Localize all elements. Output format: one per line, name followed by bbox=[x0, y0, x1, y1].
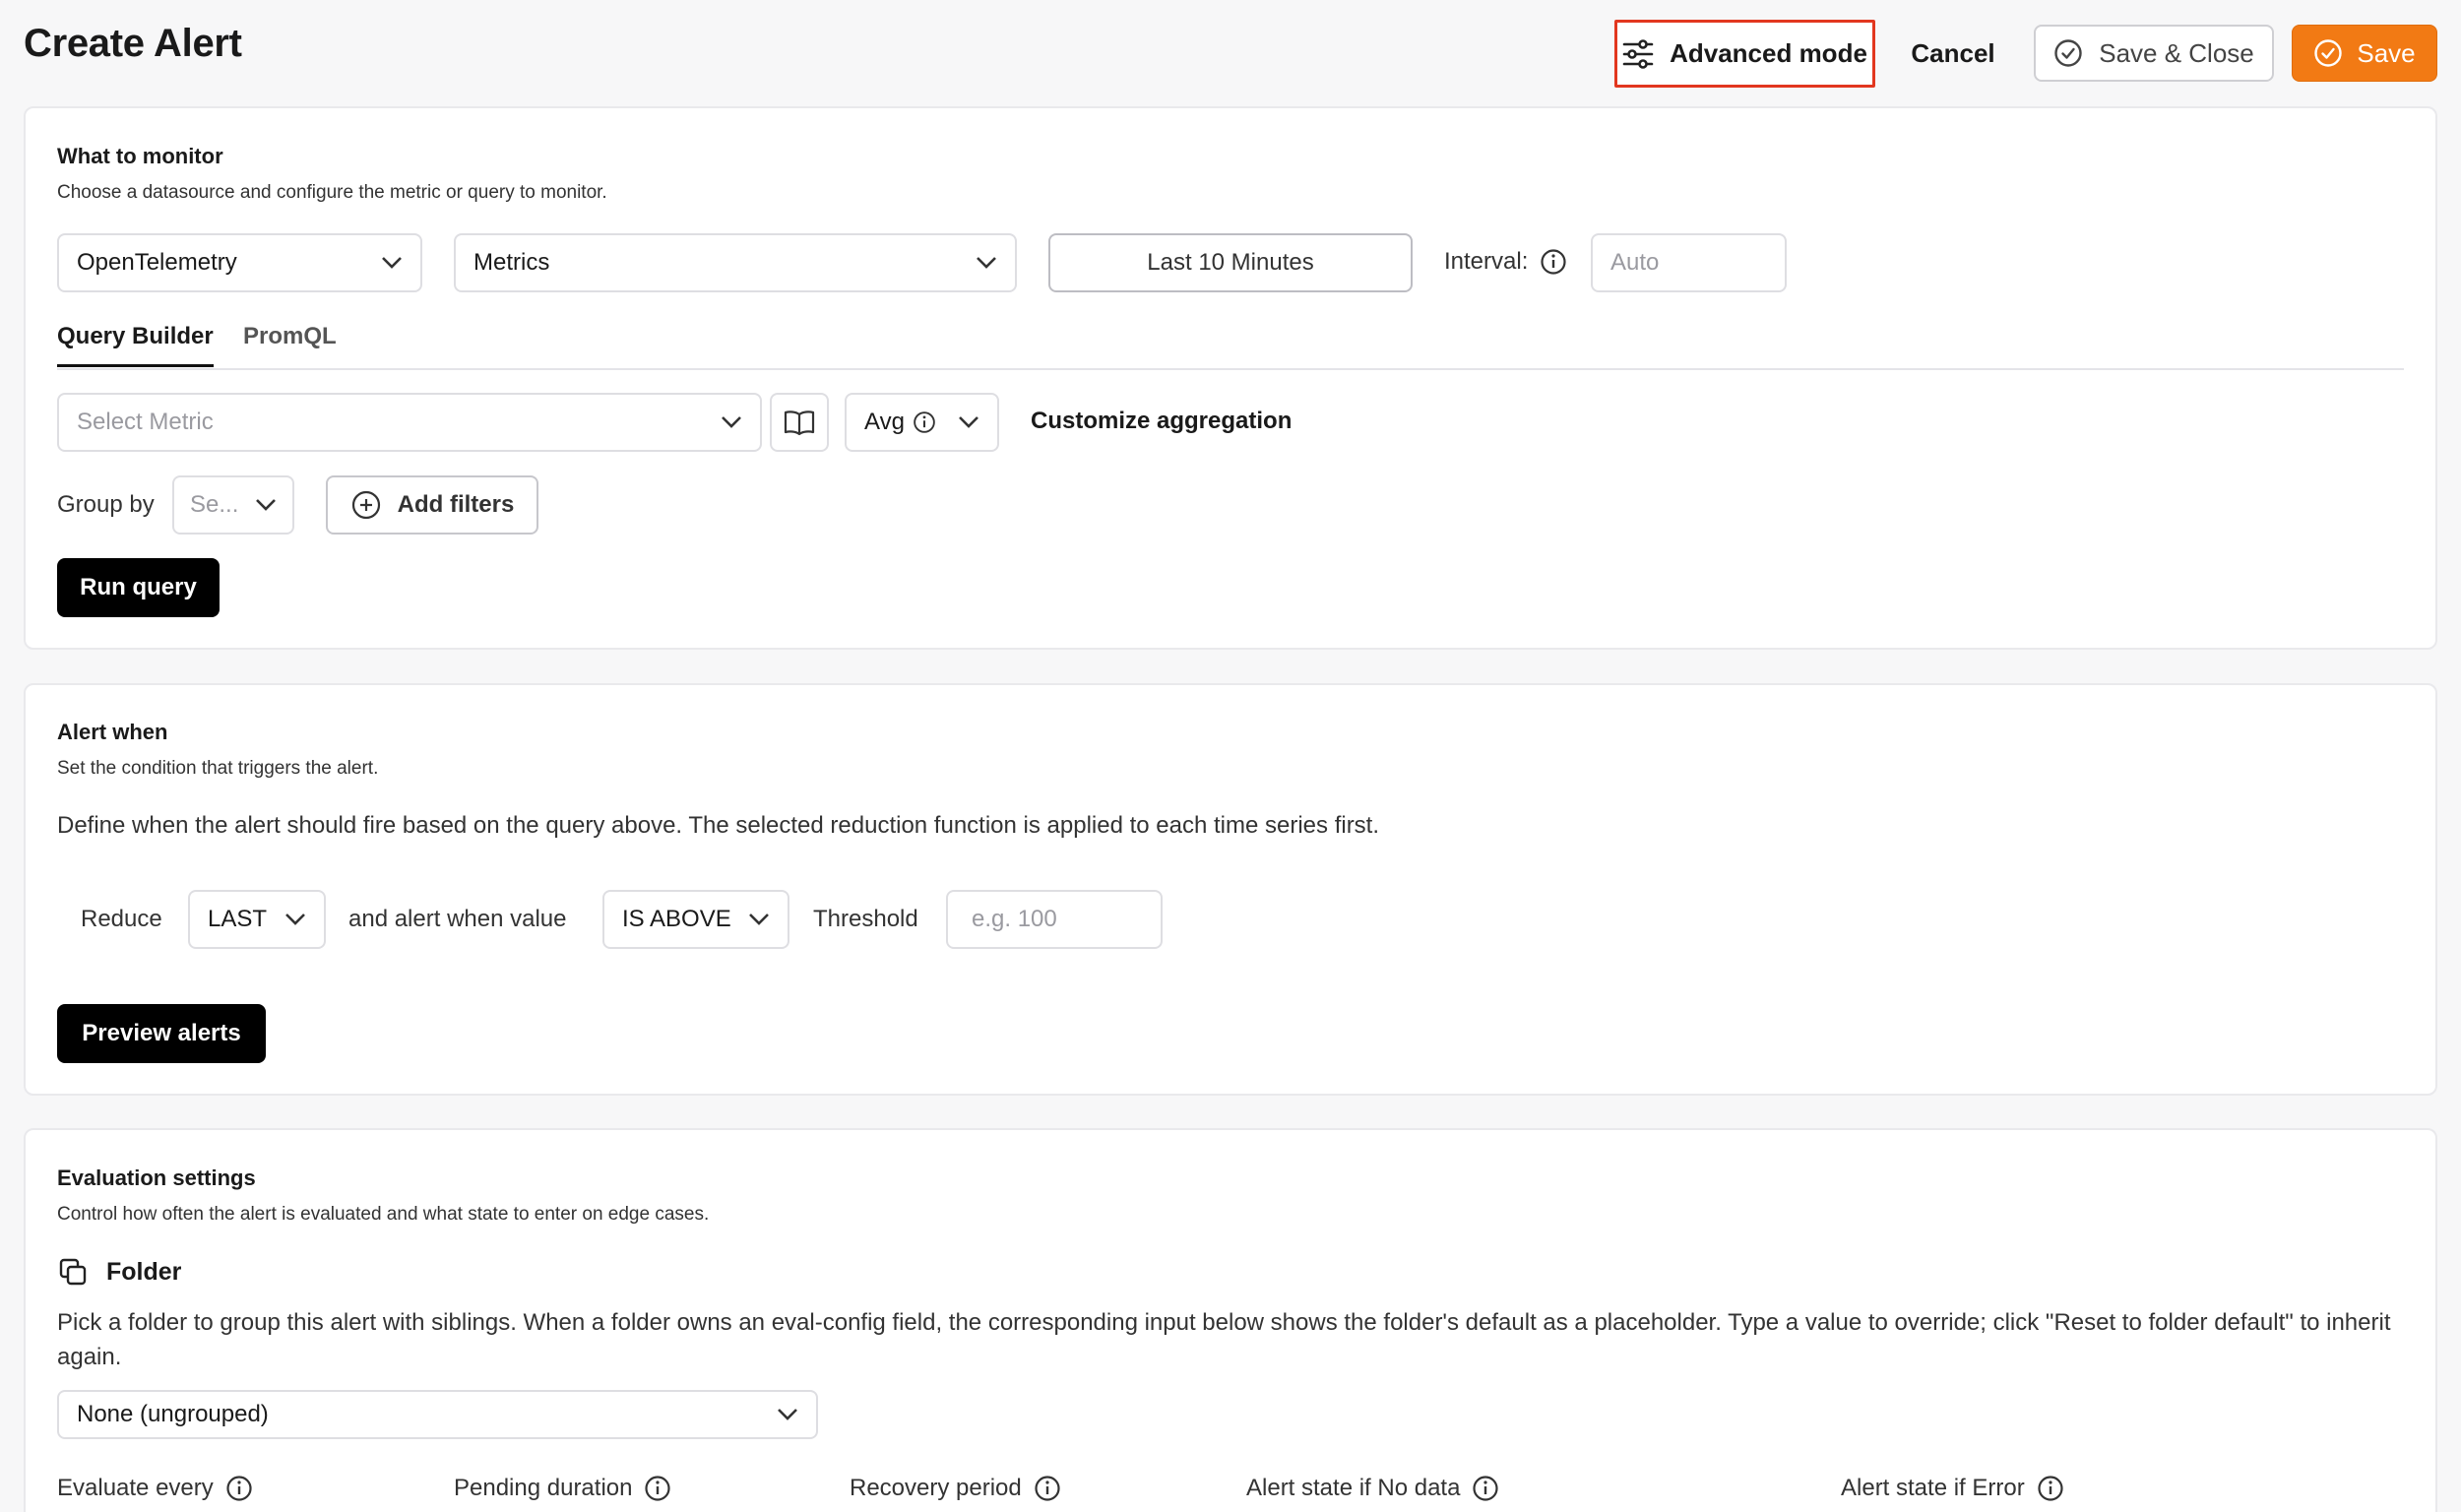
evaluate-every-label-group: Evaluate every bbox=[57, 1475, 253, 1502]
interval-label: Interval: bbox=[1444, 248, 1529, 275]
advanced-mode-label: Advanced mode bbox=[1670, 38, 1867, 68]
info-icon bbox=[914, 411, 935, 433]
aggregation-label-group: Avg bbox=[864, 409, 936, 436]
comparator-select[interactable]: IS ABOVE bbox=[602, 890, 789, 949]
plus-circle-icon bbox=[351, 490, 380, 520]
tab-promql[interactable]: PromQL bbox=[243, 323, 337, 350]
group-by-label: Group by bbox=[57, 491, 155, 518]
time-range-button[interactable]: Last 10 Minutes bbox=[1048, 233, 1413, 292]
folder-value: None (ungrouped) bbox=[77, 1401, 269, 1427]
cancel-button[interactable]: Cancel bbox=[1898, 26, 2008, 81]
alert-when-title: Alert when bbox=[57, 720, 168, 744]
metric-placeholder: Select Metric bbox=[77, 409, 214, 435]
no-data-state-label-group: Alert state if No data bbox=[1246, 1475, 1499, 1502]
threshold-label: Threshold bbox=[813, 906, 918, 932]
chevron-down-icon bbox=[285, 914, 305, 925]
chevron-down-icon bbox=[749, 914, 769, 925]
info-icon bbox=[2038, 1476, 2063, 1501]
save-close-button[interactable]: Save & Close bbox=[2034, 25, 2274, 82]
alert-when-value-label: and alert when value bbox=[348, 906, 567, 932]
info-icon bbox=[645, 1476, 671, 1501]
folder-label: Folder bbox=[106, 1257, 182, 1286]
info-icon bbox=[1473, 1476, 1499, 1501]
save-button[interactable]: Save bbox=[2292, 25, 2437, 82]
monitor-title: What to monitor bbox=[57, 144, 223, 168]
recovery-period-label: Recovery period bbox=[850, 1475, 1022, 1501]
page-title: Create Alert bbox=[24, 22, 242, 65]
run-query-button[interactable]: Run query bbox=[57, 558, 220, 617]
copy-icon bbox=[59, 1258, 87, 1286]
interval-label-group: Interval: bbox=[1444, 248, 1567, 276]
chevron-down-icon bbox=[977, 257, 996, 269]
folder-help: Pick a folder to group this alert with s… bbox=[57, 1309, 2391, 1370]
pending-duration-label-group: Pending duration bbox=[454, 1475, 671, 1502]
tabs-divider bbox=[57, 368, 2404, 370]
signal-select[interactable]: Metrics bbox=[454, 233, 1017, 292]
time-range-value: Last 10 Minutes bbox=[1147, 249, 1314, 276]
chevron-down-icon bbox=[722, 416, 741, 428]
no-data-state-label: Alert state if No data bbox=[1246, 1475, 1461, 1501]
save-close-label: Save & Close bbox=[2099, 37, 2254, 68]
folder-heading: Folder bbox=[57, 1256, 181, 1288]
chevron-down-icon bbox=[256, 499, 276, 511]
alert-when-card bbox=[24, 683, 2437, 1096]
chevron-down-icon bbox=[959, 416, 978, 428]
group-by-select[interactable]: Se... bbox=[172, 475, 294, 535]
reduce-label: Reduce bbox=[81, 906, 162, 932]
metric-browser-button[interactable] bbox=[770, 393, 829, 452]
interval-placeholder: Auto bbox=[1610, 249, 1660, 276]
reduce-select[interactable]: LAST bbox=[188, 890, 326, 949]
book-icon bbox=[784, 410, 815, 436]
alert-when-explain: Define when the alert should fire based … bbox=[57, 812, 1380, 839]
save-label: Save bbox=[2357, 37, 2416, 68]
recovery-period-label-group: Recovery period bbox=[850, 1475, 1061, 1502]
metric-select[interactable]: Select Metric bbox=[57, 393, 762, 452]
pending-duration-label: Pending duration bbox=[454, 1475, 633, 1501]
evaluate-every-label: Evaluate every bbox=[57, 1475, 214, 1501]
error-state-label: Alert state if Error bbox=[1841, 1475, 2025, 1501]
reduce-value: LAST bbox=[208, 906, 268, 932]
info-icon bbox=[1541, 249, 1566, 275]
preview-alerts-button[interactable]: Preview alerts bbox=[57, 1004, 266, 1063]
datasource-value: OpenTelemetry bbox=[77, 249, 237, 276]
threshold-placeholder: e.g. 100 bbox=[972, 906, 1057, 932]
folder-select[interactable]: None (ungrouped) bbox=[57, 1390, 818, 1439]
comparator-value: IS ABOVE bbox=[622, 906, 731, 932]
info-icon bbox=[1035, 1476, 1060, 1501]
chevron-down-icon bbox=[778, 1409, 797, 1420]
aggregation-select[interactable]: Avg bbox=[845, 393, 999, 452]
customize-aggregation-link[interactable]: Customize aggregation bbox=[1031, 408, 1292, 435]
add-filters-label: Add filters bbox=[397, 491, 515, 518]
group-by-placeholder: Se... bbox=[190, 491, 239, 518]
alert-when-desc: Set the condition that triggers the aler… bbox=[57, 758, 379, 779]
info-icon bbox=[226, 1476, 252, 1501]
aggregation-value: Avg bbox=[864, 409, 905, 435]
sliders-icon bbox=[1622, 38, 1654, 69]
interval-input[interactable]: Auto bbox=[1591, 233, 1787, 292]
tab-query-builder[interactable]: Query Builder bbox=[57, 323, 214, 367]
check-circle-icon bbox=[2314, 39, 2343, 67]
datasource-select[interactable]: OpenTelemetry bbox=[57, 233, 422, 292]
chevron-down-icon bbox=[382, 257, 402, 269]
threshold-input[interactable]: e.g. 100 bbox=[946, 890, 1163, 949]
evaluation-title: Evaluation settings bbox=[57, 1166, 256, 1190]
advanced-mode-button[interactable]: Advanced mode bbox=[1614, 20, 1875, 88]
error-state-label-group: Alert state if Error bbox=[1841, 1475, 2064, 1502]
monitor-desc: Choose a datasource and configure the me… bbox=[57, 182, 607, 203]
evaluation-desc: Control how often the alert is evaluated… bbox=[57, 1204, 710, 1225]
add-filters-button[interactable]: Add filters bbox=[326, 475, 538, 535]
signal-value: Metrics bbox=[473, 249, 550, 276]
check-circle-icon bbox=[2054, 39, 2082, 67]
